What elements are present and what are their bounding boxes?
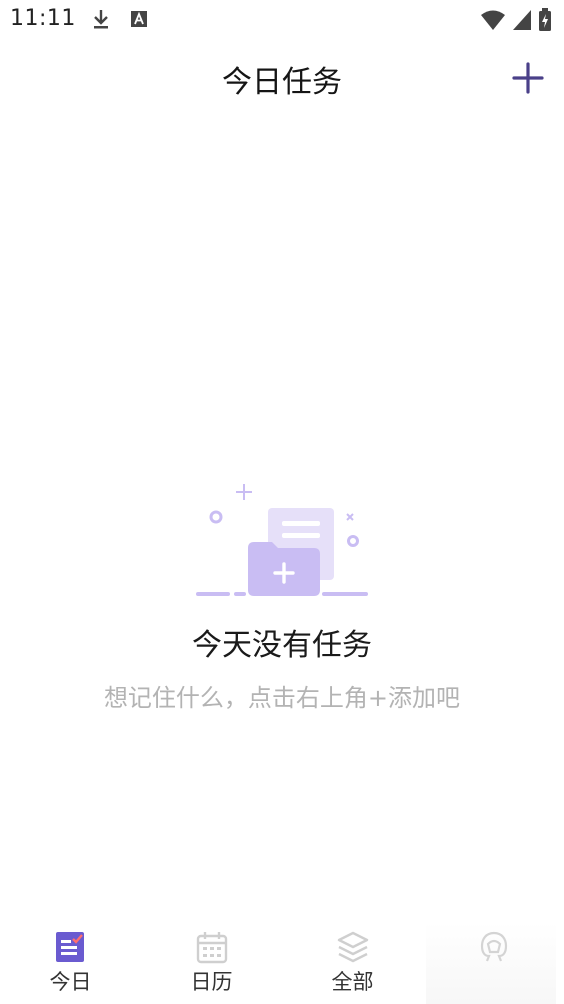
status-time: 11:11: [10, 6, 76, 31]
tab-today[interactable]: 今日: [0, 922, 141, 1004]
layers-icon: [337, 931, 368, 963]
empty-state-hint: 想记住什么，点击右上角+添加吧: [103, 684, 461, 712]
font-app-icon: [131, 11, 147, 27]
mine-icon: [480, 931, 507, 962]
status-left-icons: [92, 8, 148, 30]
tab-calendar[interactable]: 日历: [141, 922, 282, 1004]
empty-folder-illustration: [196, 484, 368, 596]
empty-state-title: 今天没有任务: [192, 628, 372, 663]
signal-icon: [513, 10, 531, 30]
wifi-icon: [481, 10, 505, 30]
tab-all-label: 全部: [331, 970, 374, 994]
tab-calendar-label: 日历: [190, 970, 233, 994]
bottom-nav: 今日 日历 全部: [0, 922, 564, 1004]
add-task-button[interactable]: [510, 60, 546, 96]
tab-all[interactable]: 全部: [282, 922, 423, 1004]
page-title: 今日任务: [222, 65, 342, 100]
app-header: 今日任务: [0, 40, 564, 116]
plus-icon: [512, 62, 544, 94]
battery-charging-icon: [539, 8, 551, 31]
today-icon: [55, 932, 84, 962]
calendar-icon: [196, 932, 227, 964]
tab-mine[interactable]: [423, 922, 564, 1004]
download-icon: [94, 10, 108, 29]
status-bar: 11:11: [0, 0, 564, 40]
tab-today-label: 今日: [49, 970, 92, 994]
status-right-icons: [480, 8, 552, 32]
